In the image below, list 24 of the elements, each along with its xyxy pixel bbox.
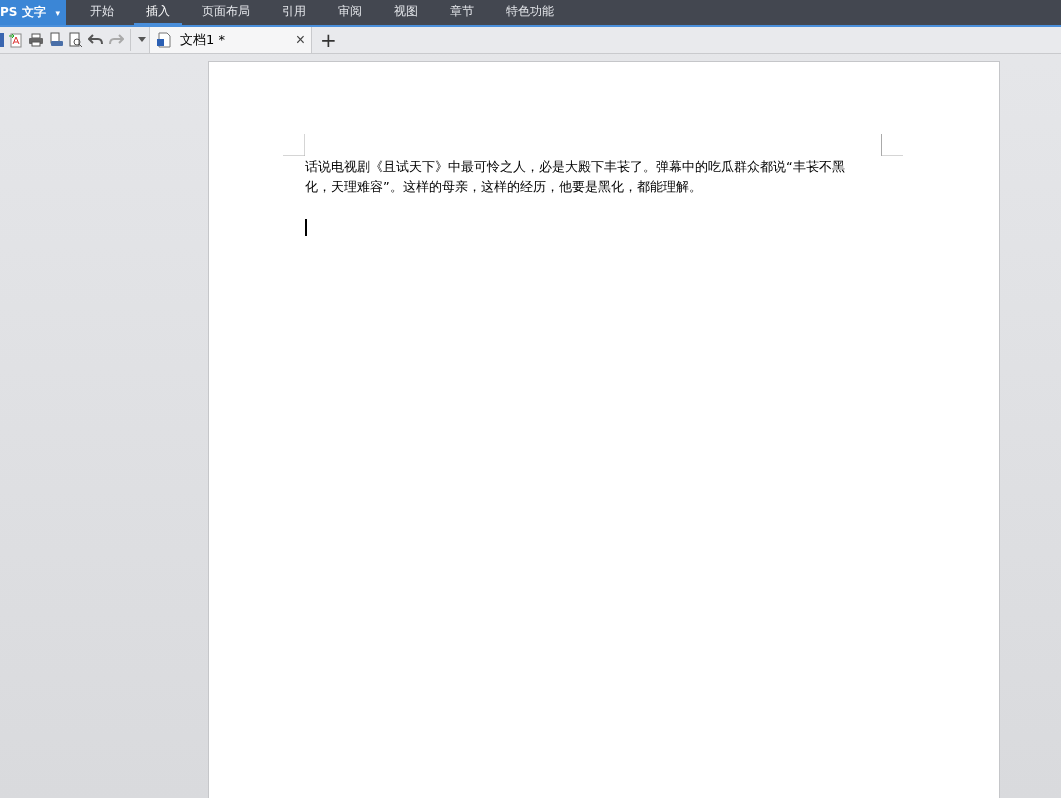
ribbon-tab[interactable]: 插入: [134, 0, 182, 25]
printer-document-icon[interactable]: [48, 32, 64, 48]
ribbon-tab[interactable]: 引用: [270, 0, 318, 25]
close-tab-button[interactable]: ×: [295, 31, 305, 49]
app-menu-button[interactable]: PS 文字 ▾: [0, 0, 66, 25]
dropdown-caret-icon[interactable]: [137, 37, 147, 43]
ribbon-tab[interactable]: 开始: [78, 0, 126, 25]
document-tab[interactable]: 文档1 * ×: [149, 27, 312, 53]
pdf-export-icon[interactable]: [8, 32, 24, 48]
ribbon-tab[interactable]: 特色功能: [494, 0, 566, 25]
print-icon[interactable]: [28, 32, 44, 48]
ribbon-tab[interactable]: 审阅: [326, 0, 374, 25]
text-cursor: [305, 219, 307, 236]
caret-icon: ▾: [55, 7, 60, 18]
margin-corner-mark: [881, 134, 903, 156]
document-tab-title: 文档1 *: [180, 31, 225, 49]
ribbon-tab[interactable]: 章节: [438, 0, 486, 25]
margin-corner-mark: [283, 134, 305, 156]
document-icon: [156, 32, 172, 48]
print-preview-icon[interactable]: [68, 32, 84, 48]
new-tab-button[interactable]: +: [312, 28, 345, 52]
ribbon-tab[interactable]: 视图: [382, 0, 430, 25]
paragraph-text: 话说电视剧《且试天下》中最可怜之人，必是大殿下丰苌了。弹幕中的吃瓜群众都说“丰苌不黑化，天理难容”。这样的母亲，这样的经历，他要是黑化，都能理解。: [305, 158, 846, 196]
ribbon-tab[interactable]: 页面布局: [190, 0, 262, 25]
